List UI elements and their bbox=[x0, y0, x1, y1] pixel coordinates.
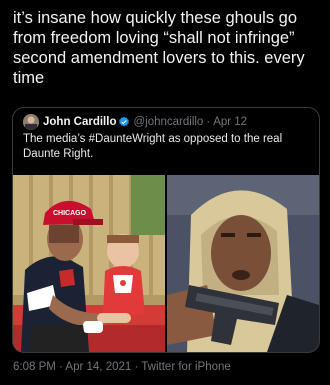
tweet-source[interactable]: Twitter for iPhone bbox=[141, 361, 230, 373]
verified-badge-icon bbox=[119, 116, 130, 127]
tweet-time[interactable]: 6:08 PM bbox=[13, 361, 56, 373]
quoted-author-handle[interactable]: @johncardillo bbox=[133, 116, 203, 128]
quoted-author-name[interactable]: John Cardillo bbox=[43, 116, 116, 128]
photo-person-with-gun[interactable] bbox=[167, 175, 319, 352]
footer-separator: · bbox=[55, 361, 66, 373]
footer-separator-2: · bbox=[131, 361, 142, 373]
quoted-author-avatar[interactable] bbox=[23, 114, 39, 130]
photo-man-with-baby[interactable]: CHICAGO bbox=[13, 175, 165, 352]
cap-logo-text: CHICAGO bbox=[53, 210, 87, 217]
quoted-tweet-header: John Cardillo @johncardillo · Apr 12 bbox=[23, 114, 247, 130]
quoted-tweet-date[interactable]: Apr 12 bbox=[213, 116, 247, 128]
quoted-tweet-card[interactable]: John Cardillo @johncardillo · Apr 12 The… bbox=[12, 107, 320, 353]
quoted-tweet-media: CHICAGO bbox=[13, 175, 319, 352]
meta-separator: · bbox=[206, 116, 211, 128]
quoted-tweet-text: The media’s #DaunteWright as opposed to … bbox=[23, 133, 283, 160]
tweet-date[interactable]: Apr 14, 2021 bbox=[65, 361, 131, 373]
tweet-text: it’s insane how quickly these ghouls go … bbox=[13, 9, 305, 87]
tweet-footer: 6:08 PM · Apr 14, 2021 · Twitter for iPh… bbox=[13, 361, 231, 373]
